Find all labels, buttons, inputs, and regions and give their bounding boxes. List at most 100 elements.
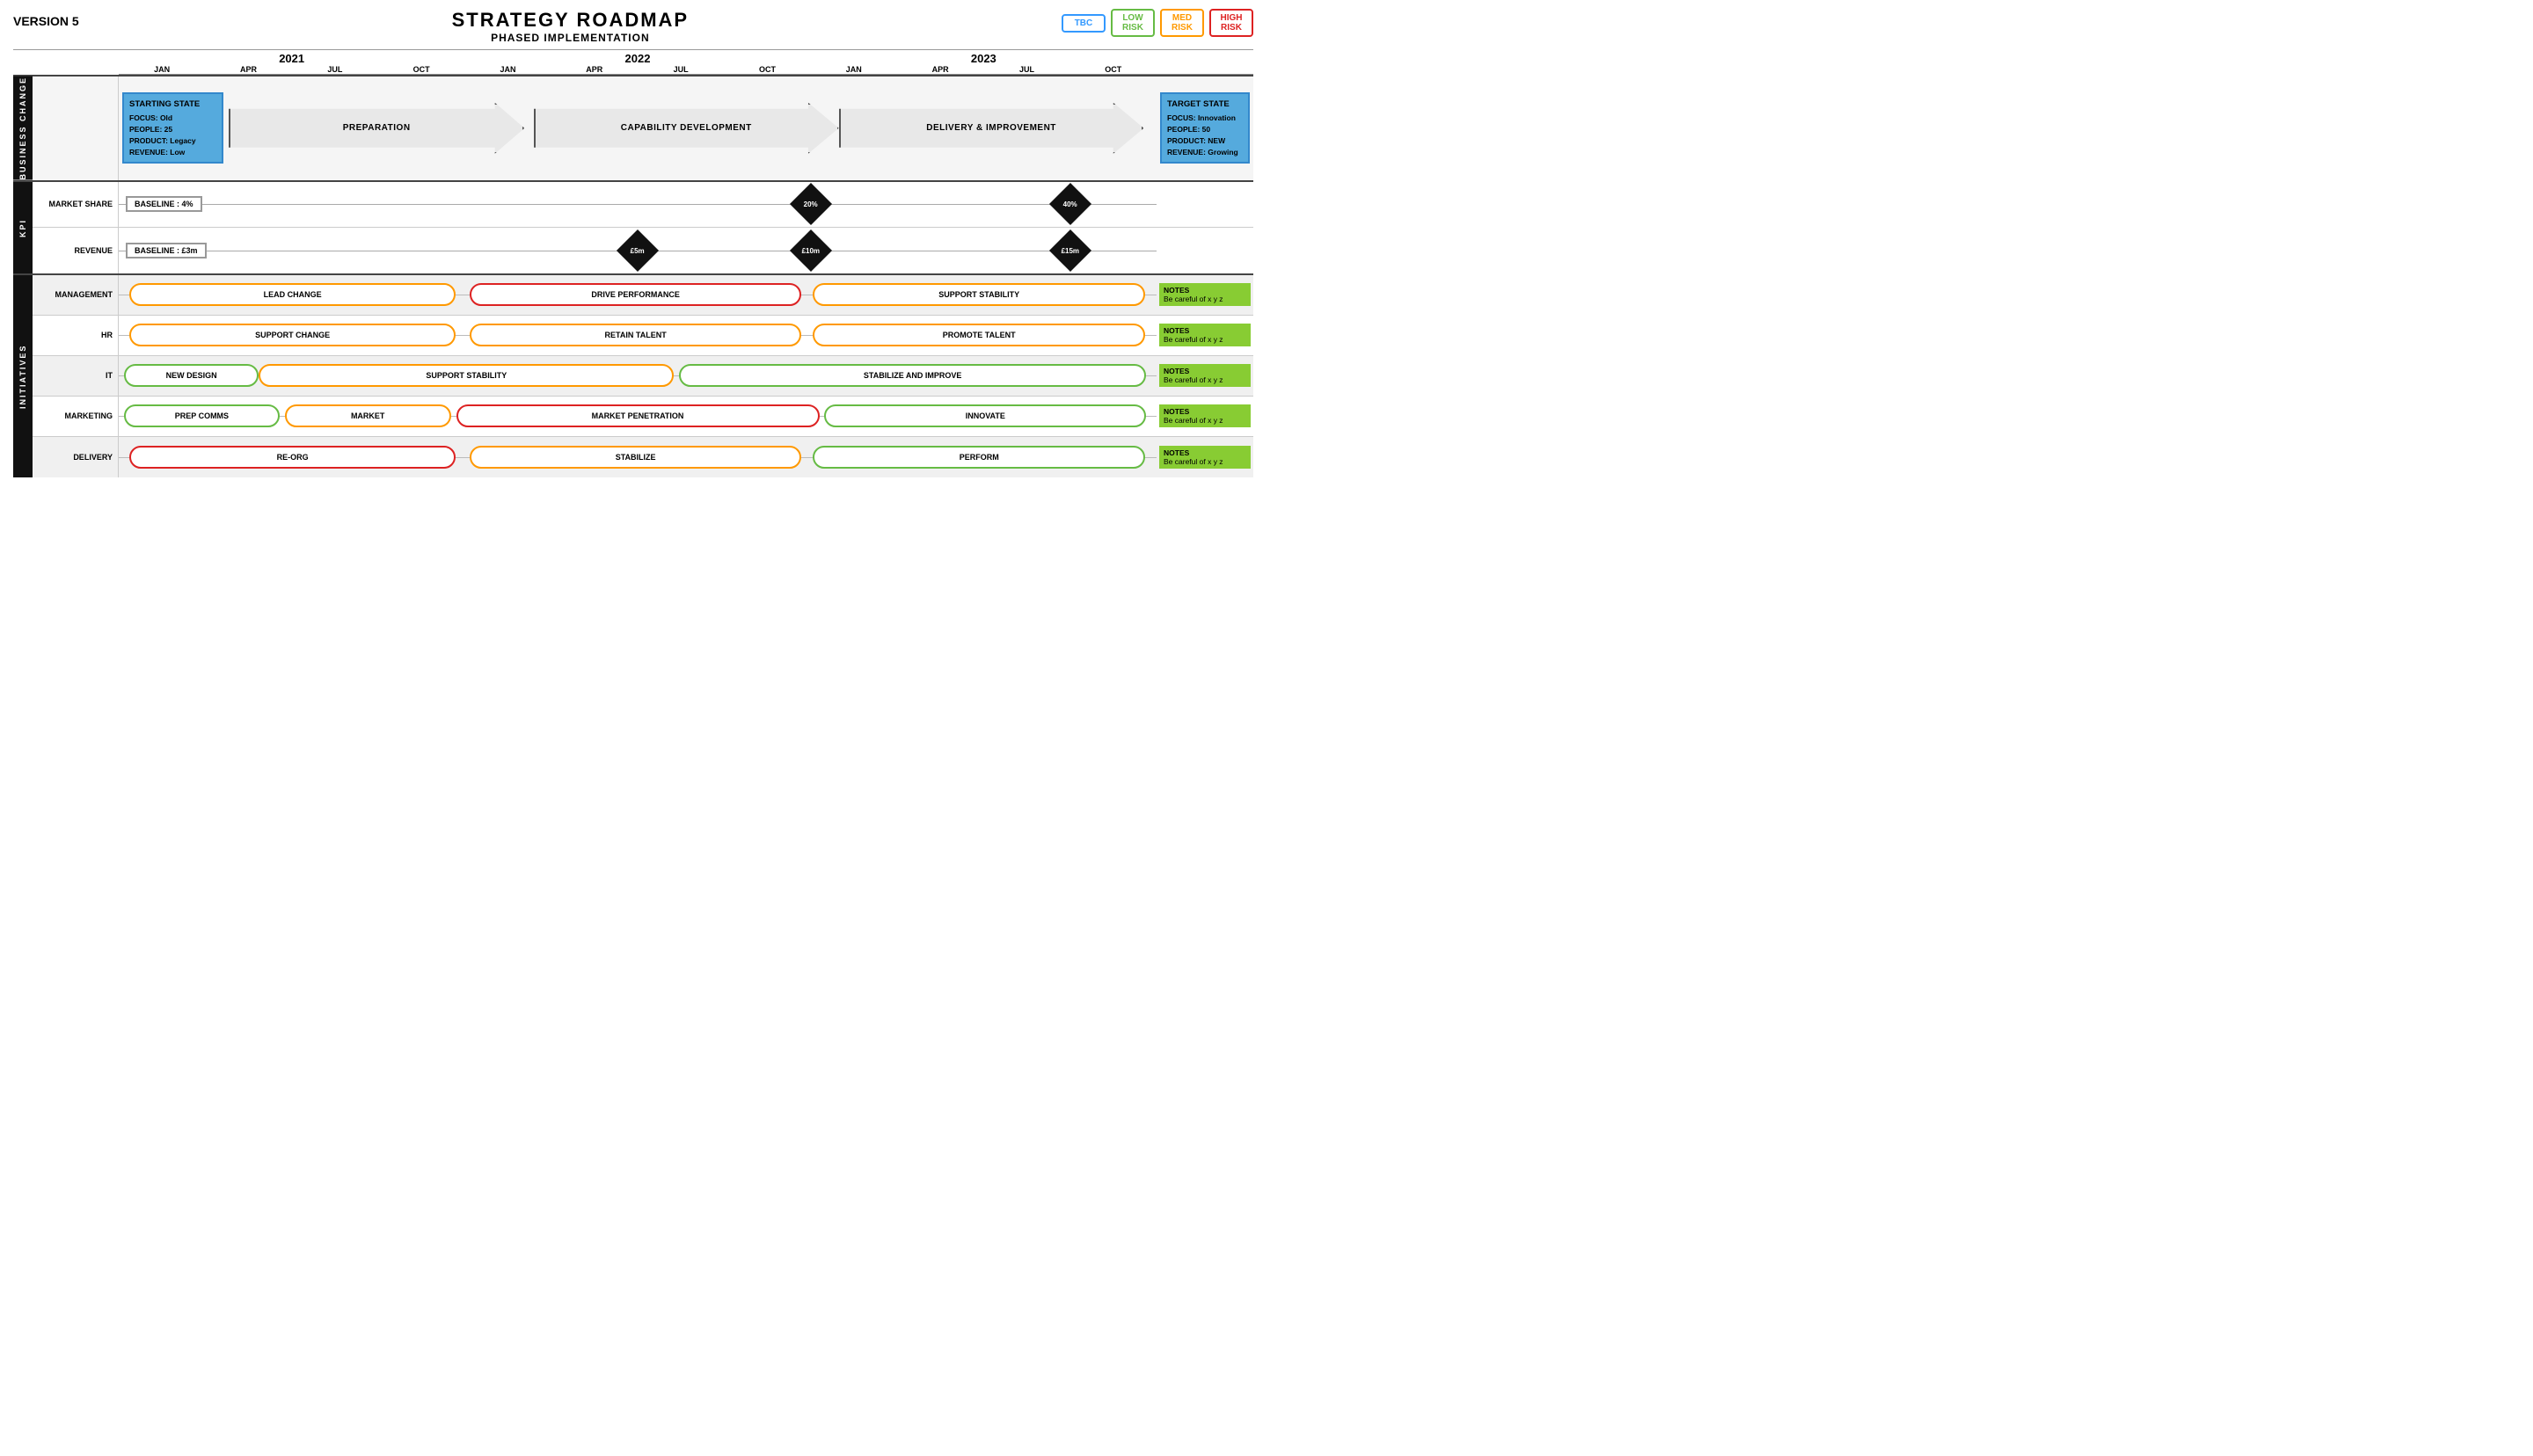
ts-line4: REVENUE: Growing: [1167, 147, 1243, 158]
marketing-content: PREP COMMS MARKET MARKET PENETRATION INN…: [119, 397, 1157, 436]
kpi-rev-notes-spacer: [1157, 228, 1253, 273]
initiative-hr-row: HR SUPPORT CHANGE RETAIN TALENT PROMOTE …: [33, 316, 1253, 356]
kpi-section: KPI MARKET SHARE BASELINE : 4% 20%: [13, 180, 1253, 273]
legend-high: HIGHRISK: [1209, 9, 1253, 37]
ss-line4: REVENUE: Low: [129, 147, 216, 158]
hr-bar2: RETAIN TALENT: [470, 324, 802, 346]
delivery-notes: NOTES Be careful of x y z: [1157, 437, 1253, 477]
month-apr1: APR: [205, 65, 291, 74]
main-grid: 2021 2022 2023 JAN APR JUL OCT JAN APR J…: [13, 52, 1253, 477]
month-apr3: APR: [897, 65, 983, 74]
legend: TBC LOWRISK MEDRISK HIGHRISK: [1062, 9, 1253, 37]
del-bar1: RE-ORG: [129, 446, 456, 469]
month-apr2: APR: [551, 65, 638, 74]
year-row: 2021 2022 2023: [119, 52, 1253, 65]
sub-title: PHASED IMPLEMENTATION: [452, 32, 690, 44]
mkt-bar3: MARKET PENETRATION: [456, 404, 820, 427]
target-state-title: TARGET STATE: [1167, 98, 1243, 111]
bc-content: STARTING STATE FOCUS: Old PEOPLE: 25 PRO…: [119, 76, 1157, 180]
month-jul2: JUL: [638, 65, 724, 74]
kpi-ms-baseline: BASELINE : 4%: [126, 196, 202, 212]
delivery-content: RE-ORG STABILIZE PERFORM: [119, 437, 1157, 477]
delivery-label: DELIVERY: [33, 437, 119, 477]
header-divider: [13, 49, 1253, 50]
mkt-notes-box: NOTES Be careful of x y z: [1159, 404, 1251, 427]
kpi-market-share-label: MARKET SHARE: [33, 182, 119, 227]
del-notes-box: NOTES Be careful of x y z: [1159, 446, 1251, 469]
month-row: JAN APR JUL OCT JAN APR JUL OCT JAN APR …: [119, 65, 1253, 75]
kpi-market-share-content: BASELINE : 4% 20% 40%: [119, 182, 1157, 227]
main-title: STRATEGY ROADMAP: [452, 9, 690, 32]
target-state-col: TARGET STATE FOCUS: Innovation PEOPLE: 5…: [1157, 76, 1253, 180]
ss-line1: FOCUS: Old: [129, 113, 216, 124]
del-bar2: STABILIZE: [470, 446, 802, 469]
kpi-rows: MARKET SHARE BASELINE : 4% 20% 40%: [33, 182, 1253, 273]
month-jul1: JUL: [292, 65, 378, 74]
month-oct2: OCT: [724, 65, 810, 74]
ts-line2: PEOPLE: 50: [1167, 124, 1243, 135]
mgmt-label: MANAGEMENT: [33, 275, 119, 315]
ss-line3: PRODUCT: Legacy: [129, 135, 216, 147]
ts-line3: PRODUCT: NEW: [1167, 135, 1243, 147]
it-notes: NOTES Be careful of x y z: [1157, 356, 1253, 396]
kpi-ms-line: [119, 204, 1157, 205]
target-state-box: TARGET STATE FOCUS: Innovation PEOPLE: 5…: [1160, 92, 1250, 164]
initiative-marketing-row: MARKETING PREP COMMS MARKET MARKET PENET…: [33, 397, 1253, 437]
title-block: STRATEGY ROADMAP PHASED IMPLEMENTATION: [452, 9, 690, 44]
year-2022: 2022: [464, 52, 810, 65]
mkt-bar2: MARKET: [285, 404, 451, 427]
page: VERSION 5 STRATEGY ROADMAP PHASED IMPLEM…: [0, 0, 1266, 728]
del-bar3: PERFORM: [813, 446, 1145, 469]
marketing-label: MARKETING: [33, 397, 119, 436]
it-label: IT: [33, 356, 119, 396]
month-jan3: JAN: [811, 65, 897, 74]
hr-notes: NOTES Be careful of x y z: [1157, 316, 1253, 355]
bc-phase-preparation: PREPARATION: [229, 103, 524, 154]
ss-line2: PEOPLE: 25: [129, 124, 216, 135]
hr-bar3: PROMOTE TALENT: [813, 324, 1145, 346]
initiatives-section: INITIATIVES MANAGEMENT LEAD CHANGE DRIVE…: [13, 273, 1253, 477]
legend-low: LOWRISK: [1111, 9, 1155, 37]
kpi-rev-diamond2: £10m: [790, 229, 832, 271]
bc-phases: PREPARATION CAPABILITY DEVELOPMENT DELIV…: [229, 98, 1153, 159]
kpi-market-share-row: MARKET SHARE BASELINE : 4% 20% 40%: [33, 182, 1253, 228]
mgmt-bar1: LEAD CHANGE: [129, 283, 456, 306]
mgmt-notes: NOTES Be careful of x y z: [1157, 275, 1253, 315]
bc-section-label: BUSINESS CHANGE: [13, 76, 33, 180]
initiative-it-row: IT NEW DESIGN SUPPORT STABILITY STABILIZ…: [33, 356, 1253, 397]
kpi-revenue-row: REVENUE BASELINE : £3m £5m £10m: [33, 228, 1253, 273]
it-notes-box: NOTES Be careful of x y z: [1159, 364, 1251, 387]
it-bar2: SUPPORT STABILITY: [259, 364, 674, 387]
bc-row-label: [33, 76, 119, 180]
mgmt-content: LEAD CHANGE DRIVE PERFORMANCE SUPPORT ST…: [119, 275, 1157, 315]
mkt-bar1: PREP COMMS: [124, 404, 280, 427]
it-content: NEW DESIGN SUPPORT STABILITY STABILIZE A…: [119, 356, 1157, 396]
initiative-management-row: MANAGEMENT LEAD CHANGE DRIVE PERFORMANCE…: [33, 275, 1253, 316]
kpi-rev-diamond1: £5m: [617, 229, 659, 271]
kpi-ms-diamond1: 20%: [790, 183, 832, 225]
kpi-ms-notes-spacer: [1157, 182, 1253, 227]
kpi-section-label: KPI: [13, 182, 33, 273]
header: VERSION 5 STRATEGY ROADMAP PHASED IMPLEM…: [13, 9, 1253, 44]
month-jul3: JUL: [983, 65, 1069, 74]
mgmt-notes-box: NOTES Be careful of x y z: [1159, 283, 1251, 306]
bc-phase-capability: CAPABILITY DEVELOPMENT: [534, 103, 839, 154]
initiative-delivery-row: DELIVERY RE-ORG STABILIZE PERFORM NOTES: [33, 437, 1253, 477]
starting-state-box: STARTING STATE FOCUS: Old PEOPLE: 25 PRO…: [122, 92, 223, 164]
version-label: VERSION 5: [13, 9, 79, 28]
marketing-notes: NOTES Be careful of x y z: [1157, 397, 1253, 436]
legend-med: MEDRISK: [1160, 9, 1204, 37]
month-oct1: OCT: [378, 65, 464, 74]
kpi-rev-baseline: BASELINE : £3m: [126, 243, 207, 258]
kpi-revenue-label: REVENUE: [33, 228, 119, 273]
month-oct3: OCT: [1070, 65, 1157, 74]
mgmt-bar3: SUPPORT STABILITY: [813, 283, 1145, 306]
kpi-revenue-content: BASELINE : £3m £5m £10m £15m: [119, 228, 1157, 273]
hr-bar1: SUPPORT CHANGE: [129, 324, 456, 346]
kpi-rev-diamond3: £15m: [1049, 229, 1091, 271]
starting-state-title: STARTING STATE: [129, 98, 216, 111]
kpi-ms-diamond2: 40%: [1049, 183, 1091, 225]
year-2021: 2021: [119, 52, 464, 65]
business-change-section: BUSINESS CHANGE STARTING STATE FOCUS: Ol…: [13, 75, 1253, 180]
hr-label: HR: [33, 316, 119, 355]
